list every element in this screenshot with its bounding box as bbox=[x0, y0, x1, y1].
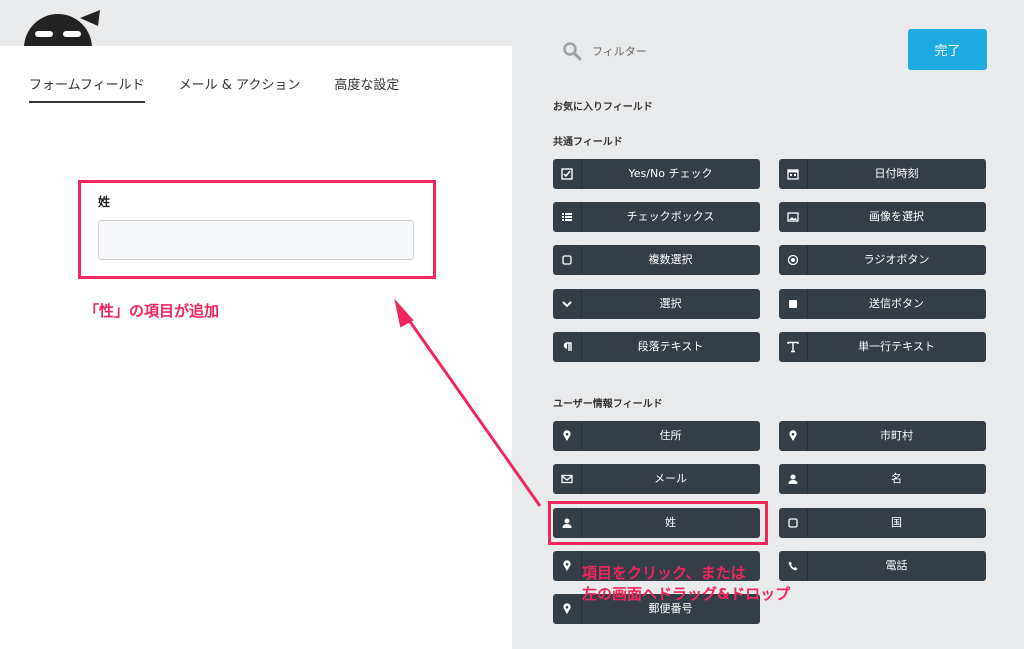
radio-icon bbox=[779, 245, 808, 275]
envelope-icon bbox=[553, 464, 582, 494]
field-button-label: 段落テキスト bbox=[637, 340, 704, 353]
field-button-country[interactable]: 国 bbox=[779, 508, 986, 538]
field-button-phone[interactable]: 電話 bbox=[779, 551, 986, 581]
field-button-label: Yes/No チェック bbox=[628, 167, 713, 180]
image-icon bbox=[779, 202, 808, 232]
field-button-label: 日付時刻 bbox=[874, 167, 919, 180]
field-button-yes-no-check[interactable]: Yes/No チェック bbox=[553, 159, 760, 189]
field-button-radio[interactable]: ラジオボタン bbox=[779, 245, 986, 275]
added-field-highlight[interactable]: 姓 bbox=[78, 180, 436, 279]
field-button-email[interactable]: メール bbox=[553, 464, 760, 494]
field-button-label: 送信ボタン bbox=[869, 297, 924, 310]
last-name-button-highlight bbox=[548, 501, 768, 545]
field-button-label: メール bbox=[654, 472, 687, 485]
last-name-input[interactable] bbox=[98, 220, 414, 260]
common-fields-section-title: 共通フィールド bbox=[553, 137, 623, 148]
square-filled-icon bbox=[779, 289, 808, 319]
square-outline-icon bbox=[553, 245, 582, 275]
field-button-label: 単一行テキスト bbox=[858, 340, 935, 353]
chevron-down-icon bbox=[553, 289, 582, 319]
field-button-checkbox-list[interactable]: チェックボックス bbox=[553, 202, 760, 232]
form-builder-canvas bbox=[0, 46, 512, 649]
done-button[interactable]: 完了 bbox=[908, 29, 987, 70]
tab-advanced-settings[interactable]: 高度な設定 bbox=[334, 74, 399, 103]
field-button-label: 名 bbox=[891, 472, 902, 485]
search-icon bbox=[562, 41, 582, 65]
field-button-label: 選択 bbox=[659, 297, 682, 310]
square-outline-icon bbox=[779, 508, 808, 538]
field-button-label: チェックボックス bbox=[626, 210, 715, 223]
field-label: 姓 bbox=[98, 195, 111, 209]
field-button-label: 市町村 bbox=[880, 429, 913, 442]
paragraph-icon bbox=[553, 332, 582, 362]
field-button-label: 電話 bbox=[885, 559, 908, 572]
field-button-address[interactable]: 住所 bbox=[553, 421, 760, 451]
map-marker-icon bbox=[553, 551, 582, 581]
annotation-instruction-line1: 項目をクリック、または bbox=[582, 564, 746, 582]
tab-form-fields[interactable]: フォームフィールド bbox=[29, 74, 145, 103]
field-button-single-line-text[interactable]: 単一行テキスト bbox=[779, 332, 986, 362]
field-button-image-select[interactable]: 画像を選択 bbox=[779, 202, 986, 232]
map-marker-icon bbox=[553, 421, 582, 451]
map-marker-icon bbox=[553, 594, 582, 624]
annotation-instruction-line2: 左の画面へドラッグ&ドロップ bbox=[582, 585, 791, 603]
list-icon bbox=[553, 202, 582, 232]
filter-search-input[interactable] bbox=[592, 41, 872, 61]
field-button-paragraph-text[interactable]: 段落テキスト bbox=[553, 332, 760, 362]
user-icon bbox=[779, 464, 808, 494]
field-button-label: 画像を選択 bbox=[869, 210, 924, 223]
annotation-instruction: 項目をクリック、または 左の画面へドラッグ&ドロップ bbox=[582, 563, 790, 605]
annotation-field-added: 「性」の項目が追加 bbox=[84, 302, 220, 320]
field-button-label: ラジオボタン bbox=[863, 253, 930, 266]
field-button-first-name[interactable]: 名 bbox=[779, 464, 986, 494]
tab-email-actions[interactable]: メール & アクション bbox=[179, 74, 301, 103]
field-button-date-time[interactable]: 日付時刻 bbox=[779, 159, 986, 189]
field-button-city[interactable]: 市町村 bbox=[779, 421, 986, 451]
map-marker-icon bbox=[779, 421, 808, 451]
field-button-submit[interactable]: 送信ボタン bbox=[779, 289, 986, 319]
checkbox-icon bbox=[553, 159, 582, 189]
tab-bar: フォームフィールド メール & アクション 高度な設定 bbox=[29, 74, 399, 103]
favorites-section-title: お気に入りフィールド bbox=[553, 102, 653, 113]
field-button-multi-select[interactable]: 複数選択 bbox=[553, 245, 760, 275]
calendar-icon bbox=[779, 159, 808, 189]
field-button-label: 住所 bbox=[659, 429, 682, 442]
field-button-label: 国 bbox=[891, 516, 902, 529]
field-button-select[interactable]: 選択 bbox=[553, 289, 760, 319]
user-info-section-title: ユーザー情報フィールド bbox=[553, 399, 663, 410]
text-icon bbox=[779, 332, 808, 362]
ninja-logo bbox=[14, 4, 102, 48]
field-button-label: 複数選択 bbox=[648, 253, 693, 266]
